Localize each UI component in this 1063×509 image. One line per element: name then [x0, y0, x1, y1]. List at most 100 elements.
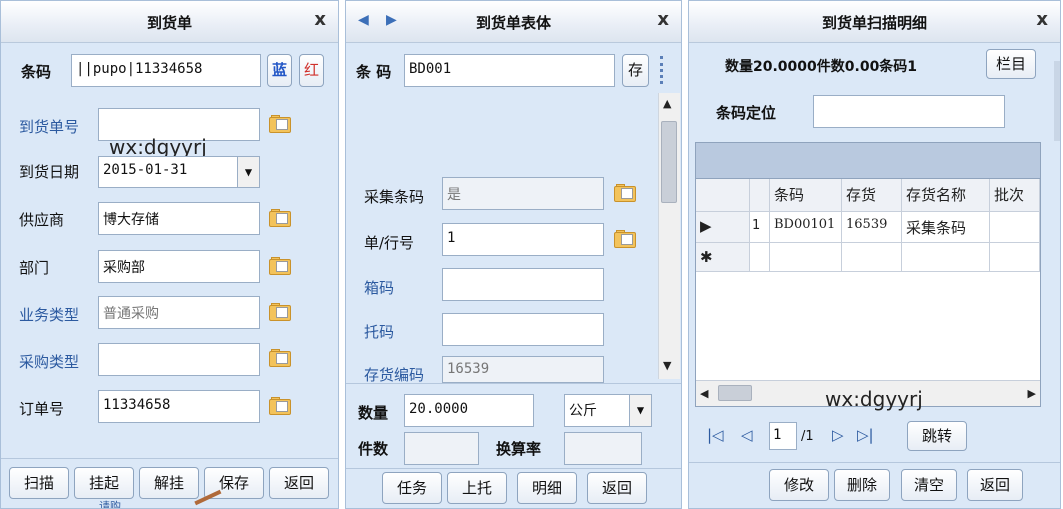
pieces-label: 件数: [358, 440, 389, 458]
chevron-down-icon[interactable]: ▼: [237, 157, 259, 187]
scan-detail-panel: 到货单扫描明细 x 数量20.0000件数0.00条码1 栏目 条码定位 条码 …: [688, 0, 1061, 509]
barcode-input[interactable]: BD001: [404, 54, 615, 87]
folder-icon[interactable]: [269, 349, 291, 367]
barcode-input[interactable]: ||pupo|11334658: [71, 54, 261, 87]
unit-select[interactable]: 公斤 ▼: [564, 394, 652, 427]
department-input[interactable]: 采购部: [98, 250, 260, 283]
new-row-cell[interactable]: [750, 243, 770, 272]
blue-button[interactable]: 蓝: [267, 54, 292, 87]
titlebar: ◀ ▶ 到货单表体 x: [346, 1, 681, 43]
line-no-input[interactable]: 1: [442, 223, 604, 256]
back-button[interactable]: 返回: [967, 469, 1023, 501]
scroll-thumb[interactable]: [661, 121, 677, 203]
back-button[interactable]: 返回: [269, 467, 329, 499]
purchase-type-input[interactable]: [98, 343, 260, 376]
scroll-thumb[interactable]: [718, 385, 752, 401]
behind-text: 请购: [99, 500, 121, 509]
grid-header-batch[interactable]: 批次: [990, 179, 1040, 212]
scroll-left-icon[interactable]: ◀: [700, 387, 708, 400]
close-icon[interactable]: x: [314, 9, 326, 30]
folder-icon[interactable]: [614, 230, 636, 248]
business-type-input[interactable]: 普通采购: [98, 296, 260, 329]
red-button[interactable]: 红: [299, 54, 324, 87]
new-row-cell[interactable]: [842, 243, 902, 272]
order-no-label: 订单号: [19, 400, 65, 418]
department-label: 部门: [19, 259, 50, 277]
quantity-input[interactable]: 20.0000: [404, 394, 534, 427]
box-code-input[interactable]: [442, 268, 604, 301]
titlebar: 到货单扫描明细 x: [689, 1, 1060, 43]
grid-header-barcode[interactable]: 条码: [770, 179, 842, 212]
last-page-icon[interactable]: ▷|: [857, 426, 874, 444]
collect-barcode-label: 采集条码: [364, 188, 425, 206]
row-indicator[interactable]: ▶: [696, 212, 750, 243]
detail-button[interactable]: 明细: [517, 472, 577, 504]
folder-icon[interactable]: [269, 115, 291, 133]
new-row-indicator[interactable]: ✱: [696, 243, 750, 272]
watermark: wx:dgyyrj: [825, 387, 923, 411]
next-page-icon[interactable]: ▷: [832, 426, 844, 444]
arrival-body-panel: ◀ ▶ 到货单表体 x 条 码 BD001 存 ▲ ▼ 采集条码 是 单/行号 …: [345, 0, 682, 509]
edit-button[interactable]: 修改: [769, 469, 829, 501]
scroll-down-icon[interactable]: ▼: [663, 359, 671, 372]
collect-barcode-input[interactable]: 是: [442, 177, 604, 210]
cell-inventory-name[interactable]: 采集条码: [902, 212, 990, 243]
grid-group-banner: [696, 143, 1040, 179]
resume-button[interactable]: 解挂: [139, 467, 199, 499]
new-row-cell[interactable]: [990, 243, 1040, 272]
inventory-code-input[interactable]: 16539: [442, 356, 604, 383]
panel-title: 到货单: [146, 14, 192, 32]
unit-value: 公斤: [569, 403, 597, 419]
new-row-cell[interactable]: [770, 243, 842, 272]
first-page-icon[interactable]: |◁: [707, 426, 724, 444]
folder-icon[interactable]: [269, 303, 291, 321]
close-icon[interactable]: x: [657, 9, 669, 30]
pallet-code-input[interactable]: [442, 313, 604, 346]
folder-icon[interactable]: [269, 397, 291, 415]
cell-batch[interactable]: [990, 212, 1040, 243]
conversion-rate-input[interactable]: [564, 432, 642, 465]
panel-title: 到货单扫描明细: [821, 14, 927, 32]
pieces-input[interactable]: [404, 432, 479, 465]
back-button[interactable]: 返回: [587, 472, 647, 504]
summary-text: 数量20.0000件数0.00条码1: [725, 59, 918, 75]
store-button[interactable]: 存: [622, 54, 649, 87]
supplier-input[interactable]: 博大存储: [98, 202, 260, 235]
columns-button[interactable]: 栏目: [986, 49, 1036, 79]
arrival-date-select[interactable]: 2015-01-31 ▼: [98, 156, 260, 188]
delete-button[interactable]: 删除: [834, 469, 890, 501]
vertical-scrollbar[interactable]: ▲ ▼: [658, 93, 680, 379]
arrival-no-label: 到货单号: [19, 118, 80, 136]
clear-button[interactable]: 清空: [901, 469, 957, 501]
grid-corner: [696, 179, 750, 212]
suspend-button[interactable]: 挂起: [74, 467, 134, 499]
grid-header-inventory[interactable]: 存货: [842, 179, 902, 212]
folder-icon[interactable]: [269, 209, 291, 227]
folder-icon[interactable]: [269, 257, 291, 275]
prev-page-icon[interactable]: ◁: [741, 426, 753, 444]
detail-grid: 条码 存货 存货名称 批次 ▶ 1 BD00101 16539 采集条码 ✱ ◀…: [695, 142, 1041, 407]
barcode-locate-input[interactable]: [813, 95, 1005, 128]
order-no-input[interactable]: 11334658: [98, 390, 260, 423]
more-icon[interactable]: [660, 56, 664, 84]
page-input[interactable]: 1: [769, 422, 797, 450]
scan-button[interactable]: 扫描: [9, 467, 69, 499]
folder-icon[interactable]: [614, 184, 636, 202]
divider: [346, 383, 681, 384]
jump-button[interactable]: 跳转: [907, 421, 967, 451]
arrival-order-panel: 到货单 x 条码 ||pupo|11334658 蓝 红 到货单号 wx:dgy…: [0, 0, 339, 509]
scroll-up-icon[interactable]: ▲: [663, 97, 671, 110]
chevron-down-icon[interactable]: ▼: [629, 395, 651, 426]
arrival-date-value: 2015-01-31: [103, 162, 188, 178]
put-on-pallet-button[interactable]: 上托: [447, 472, 507, 504]
new-row-cell[interactable]: [902, 243, 990, 272]
grid-header-inventory-name[interactable]: 存货名称: [902, 179, 990, 212]
task-button[interactable]: 任务: [382, 472, 442, 504]
scroll-right-icon[interactable]: ▶: [1028, 387, 1036, 400]
cell-inventory[interactable]: 16539: [842, 212, 902, 243]
close-icon[interactable]: x: [1036, 9, 1048, 30]
business-type-label: 业务类型: [19, 306, 80, 324]
cell-barcode[interactable]: BD00101: [770, 212, 842, 243]
grid-num-header: [750, 179, 770, 212]
barcode-label: 条 码: [356, 63, 392, 81]
